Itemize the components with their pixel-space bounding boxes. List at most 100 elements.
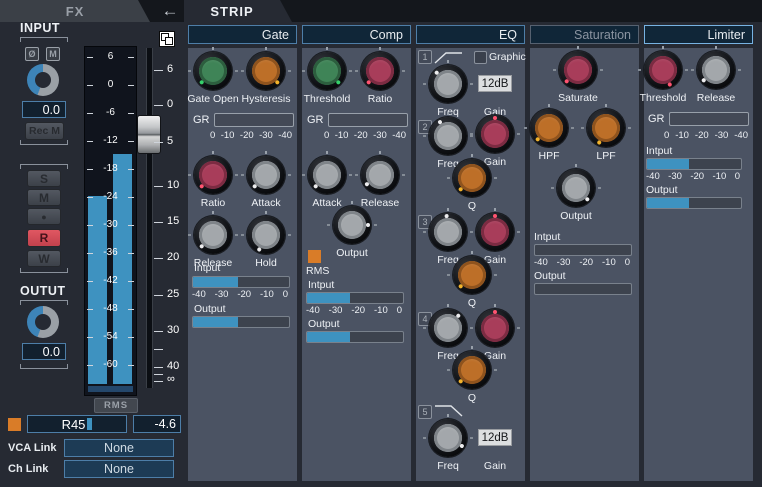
rec-monitor-button[interactable]: Rec M	[25, 122, 64, 140]
eq-band2-gain-knob[interactable]	[476, 115, 514, 153]
eq-band3-q-knob[interactable]	[453, 256, 491, 294]
saturate-knob[interactable]	[559, 51, 597, 89]
gain-readout-field[interactable]: -4.6	[133, 415, 181, 433]
eq-band3-freq-knob[interactable]	[429, 213, 467, 251]
vca-link-dropdown[interactable]: None	[64, 439, 174, 457]
eq-band1-marker[interactable]: 1	[418, 50, 432, 64]
meter-base-strip	[88, 386, 133, 392]
eq-band4-q-knob[interactable]	[453, 351, 491, 389]
ch-link-dropdown[interactable]: None	[64, 460, 174, 478]
eq-band2-freq-knob[interactable]	[429, 117, 467, 155]
comp-output-knob[interactable]	[333, 206, 371, 244]
limiter-panel: Threshold Release GR 0-10-20-30-40 Intpu…	[644, 48, 753, 481]
limiter-threshold-knob[interactable]	[644, 51, 682, 89]
gate-ratio-unit: Ratio	[188, 156, 238, 209]
tab-strip[interactable]: STRIP	[184, 0, 292, 22]
graphic-checkbox[interactable]	[474, 51, 487, 64]
saturation-panel: Saturate HPF LPF Output Intput -40-30-20…	[530, 48, 639, 481]
phase-invert-button[interactable]: Ø	[25, 47, 39, 61]
lpf-knob[interactable]	[587, 109, 625, 147]
meter-tick: -42	[85, 275, 136, 286]
eq-panel: 1 Graphic Freq 12dB Gain 2 Freq Gain Q 3…	[416, 48, 525, 481]
lpf-curve-icon	[434, 403, 464, 418]
saturation-output-knob[interactable]	[557, 169, 595, 207]
fader-tick	[154, 258, 163, 259]
fader-tick	[154, 142, 163, 143]
eq-band5-freq-knob[interactable]	[429, 419, 467, 457]
input-trim-knob[interactable]	[27, 64, 59, 96]
comp-panel: Threshold Ratio GR 0-10-20-30-40 Attack …	[302, 48, 411, 481]
gate-release-knob[interactable]	[194, 216, 232, 254]
record-enable-button[interactable]: ●	[27, 208, 61, 225]
eq-band4-gain-knob[interactable]	[476, 309, 514, 347]
eq-header[interactable]: EQ	[416, 25, 525, 44]
fader-tick	[154, 331, 163, 332]
eq-band5-marker[interactable]: 5	[418, 405, 432, 419]
mono-button[interactable]: M	[46, 47, 60, 61]
bracket	[20, 300, 68, 305]
limiter-release-knob[interactable]	[697, 51, 735, 89]
automation-read-button[interactable]: R	[27, 229, 61, 247]
eq-band4-q-unit: Q	[447, 351, 497, 404]
knob-indicator-dot	[493, 116, 497, 120]
output-trim-knob[interactable]	[27, 306, 59, 338]
input-gain-field[interactable]: 0.0	[22, 101, 66, 118]
eq-band4-freq-knob[interactable]	[429, 309, 467, 347]
eq-band3-gain-knob[interactable]	[476, 213, 514, 251]
limiter-gr-meter	[669, 112, 749, 126]
bracket	[20, 268, 68, 273]
eq-band5-slope-display[interactable]: 12dB	[478, 429, 512, 446]
channel-color-swatch[interactable]	[8, 418, 21, 431]
hysteresis-knob[interactable]	[247, 52, 285, 90]
comp-threshold-knob[interactable]	[308, 52, 346, 90]
meter-tick: -36	[85, 247, 136, 258]
comp-attack-knob[interactable]	[308, 156, 346, 194]
gate-hold-knob[interactable]	[247, 216, 285, 254]
gate-header[interactable]: Gate	[188, 25, 297, 44]
comp-rms-checkbox[interactable]	[308, 250, 321, 263]
channel-name-field[interactable]: R45	[27, 415, 127, 433]
limiter-header[interactable]: Limiter	[644, 25, 753, 44]
meter-tick: -30	[85, 219, 136, 230]
fader-track[interactable]	[146, 48, 153, 388]
fader-handle[interactable]	[137, 115, 161, 154]
comp-threshold-label: Threshold	[304, 93, 351, 105]
rms-mode-button[interactable]: RMS	[94, 398, 138, 413]
eq-band1-freq-knob[interactable]	[429, 65, 467, 103]
saturation-header[interactable]: Saturation	[530, 25, 639, 44]
eq-band3-q-label: Q	[468, 297, 476, 309]
eq-band2-q-unit: Q	[447, 159, 497, 212]
limiter-release-unit: Release	[691, 51, 741, 104]
knob-indicator-dot	[459, 443, 464, 448]
eq-band2-q-knob[interactable]	[453, 159, 491, 197]
limiter-input-label: Intput	[646, 145, 672, 157]
comp-input-meter	[306, 292, 404, 304]
eq-band1-freq-unit: Freq	[423, 65, 473, 118]
comp-output-label: Output	[336, 247, 368, 259]
tab-fx[interactable]: FX	[0, 0, 150, 22]
solo-button[interactable]: S	[27, 170, 61, 187]
knob-indicator-dot	[257, 247, 262, 252]
meter-tick: -60	[85, 359, 136, 370]
lpf-label: LPF	[596, 150, 615, 162]
output-gain-field[interactable]: 0.0	[22, 343, 66, 360]
comp-ratio-knob[interactable]	[361, 52, 399, 90]
gate-output-meter	[192, 316, 290, 328]
hpf-knob[interactable]	[530, 109, 568, 147]
gate-attack-knob[interactable]	[247, 156, 285, 194]
fader-tick	[154, 349, 163, 350]
back-arrow-icon[interactable]: ←	[157, 1, 183, 21]
comp-header[interactable]: Comp	[302, 25, 411, 44]
mute-button[interactable]: M	[27, 189, 61, 206]
comp-threshold-unit: Threshold	[302, 52, 352, 105]
comp-gr-label: GR	[307, 114, 324, 126]
gate-ratio-knob[interactable]	[194, 156, 232, 194]
eq-band1-slope-display[interactable]: 12dB	[478, 75, 512, 92]
automation-write-button[interactable]: W	[27, 250, 61, 267]
limiter-output-meter	[646, 197, 742, 209]
limiter-input-meter	[646, 158, 742, 170]
comp-release-knob[interactable]	[361, 156, 399, 194]
gate-open-knob[interactable]	[194, 52, 232, 90]
hpf-curve-icon	[434, 50, 464, 65]
copy-icon[interactable]	[159, 31, 175, 47]
